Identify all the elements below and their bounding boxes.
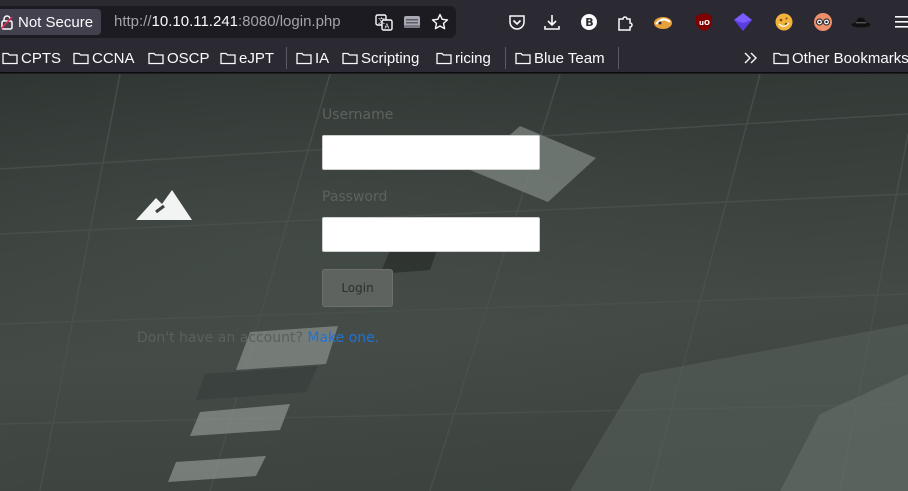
svg-text:A: A bbox=[385, 23, 390, 31]
make-account-link[interactable]: Make one. bbox=[307, 330, 379, 346]
bookmark-label: CPTS bbox=[21, 49, 62, 67]
folder-icon bbox=[220, 52, 236, 65]
bookmark-label: Scripting bbox=[361, 49, 420, 67]
url-host: 10.10.11.241 bbox=[151, 13, 239, 30]
not-secure-label: Not Secure bbox=[18, 13, 94, 31]
foxyproxy-icon[interactable] bbox=[653, 12, 673, 32]
browser-toolbar: Not Secure http://10.10.11.241:8080/logi… bbox=[0, 0, 908, 43]
address-bar[interactable]: Not Secure http://10.10.11.241:8080/logi… bbox=[0, 6, 456, 38]
bookmark-separator bbox=[618, 47, 619, 69]
page-content: Username Password Login Don't have an ac… bbox=[0, 74, 908, 491]
bookmark-label: ricing bbox=[455, 49, 491, 67]
translate-icon[interactable]: 文 A bbox=[375, 13, 393, 31]
url-path: :8080/login.php bbox=[238, 13, 341, 30]
mountain-logo-icon bbox=[136, 190, 192, 220]
folder-icon bbox=[515, 52, 531, 65]
password-label: Password bbox=[322, 189, 388, 205]
folder-icon bbox=[73, 52, 89, 65]
bookmark-label: OSCP bbox=[167, 49, 210, 67]
bookmark-folder-ejpt[interactable]: eJPT bbox=[220, 48, 274, 68]
bookmark-folder-oscp[interactable]: OSCP bbox=[148, 48, 210, 68]
bookmark-star-icon[interactable] bbox=[431, 13, 449, 31]
reader-view-icon[interactable] bbox=[403, 13, 421, 31]
username-input[interactable] bbox=[322, 135, 540, 170]
bookmark-folder-scripting[interactable]: Scripting bbox=[342, 48, 419, 68]
extension-b-icon[interactable]: B bbox=[579, 12, 599, 32]
bookmark-separator bbox=[286, 47, 287, 69]
broken-lock-icon bbox=[1, 15, 13, 30]
folder-icon bbox=[436, 52, 452, 65]
signup-text: Don't have an account? bbox=[137, 330, 303, 346]
folder-icon bbox=[773, 52, 789, 65]
svg-text:B: B bbox=[585, 16, 593, 29]
bookmark-label: CCNA bbox=[92, 49, 135, 67]
password-input[interactable] bbox=[322, 217, 540, 252]
url-text[interactable]: http://10.10.11.241:8080/login.php bbox=[114, 13, 341, 30]
bookmarks-overflow-chevron-icon[interactable] bbox=[744, 48, 761, 68]
bookmark-label: eJPT bbox=[239, 49, 275, 67]
bookmark-separator bbox=[505, 47, 506, 69]
bookmark-folder-ia[interactable]: IA bbox=[296, 48, 329, 68]
folder-icon bbox=[2, 52, 18, 65]
bookmark-label: IA bbox=[315, 49, 330, 67]
bookmark-label: Blue Team bbox=[534, 49, 605, 67]
bookmark-folder-ccna[interactable]: CCNA bbox=[73, 48, 135, 68]
other-bookmarks-label: Other Bookmarks bbox=[792, 49, 908, 67]
dark-reader-icon[interactable] bbox=[813, 12, 833, 32]
extensions-puzzle-icon[interactable] bbox=[615, 12, 635, 32]
svg-text:uO: uO bbox=[699, 19, 710, 27]
signup-prompt: Don't have an account? Make one. bbox=[137, 330, 379, 346]
folder-icon bbox=[342, 52, 358, 65]
url-scheme: http:// bbox=[114, 13, 152, 30]
bookmark-folder-blue-team[interactable]: Blue Team bbox=[515, 48, 605, 68]
username-label: Username bbox=[322, 107, 394, 123]
pocket-icon[interactable] bbox=[507, 12, 527, 32]
ublock-origin-icon[interactable]: uO bbox=[694, 12, 714, 32]
folder-icon bbox=[148, 52, 164, 65]
site-security-button[interactable]: Not Secure bbox=[0, 9, 102, 35]
cookie-extension-icon[interactable] bbox=[774, 12, 794, 32]
bookmarks-toolbar: CPTS CCNA OSCP eJPT IA Scripting ricing … bbox=[0, 43, 908, 73]
download-icon[interactable] bbox=[542, 12, 562, 32]
login-button[interactable]: Login bbox=[322, 269, 393, 307]
folder-icon bbox=[296, 52, 312, 65]
wappalyzer-hat-icon[interactable] bbox=[851, 12, 871, 32]
vpn-extension-icon[interactable] bbox=[733, 12, 753, 32]
bookmark-folder-cpts[interactable]: CPTS bbox=[2, 48, 61, 68]
hamburger-menu-icon[interactable] bbox=[891, 12, 908, 32]
bookmark-folder-other[interactable]: Other Bookmarks bbox=[773, 48, 908, 68]
bookmark-folder-ricing[interactable]: ricing bbox=[436, 48, 491, 68]
